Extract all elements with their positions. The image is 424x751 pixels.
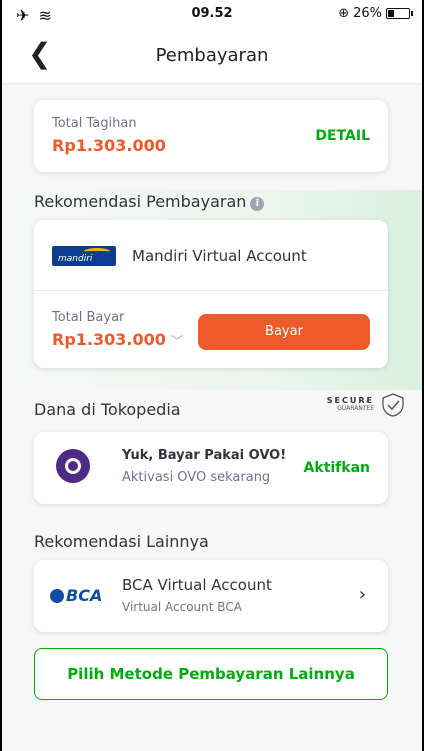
- detail-link[interactable]: DETAIL: [315, 128, 370, 144]
- app-bar: ❮ Pembayaran: [2, 28, 422, 84]
- battery-percent: 26%: [353, 6, 382, 21]
- total-pay-amount: Rp1.303.000: [52, 330, 166, 349]
- bill-label: Total Tagihan: [52, 116, 137, 131]
- bca-title: BCA Virtual Account: [122, 576, 272, 594]
- other-section-title: Rekomendasi Lainnya: [34, 532, 209, 551]
- status-bar: ✈ ≋ 09.52 ⊕ 26%: [2, 0, 422, 28]
- page-title: Pembayaran: [155, 45, 269, 66]
- total-pay-label: Total Bayar: [52, 310, 125, 325]
- info-icon[interactable]: i: [250, 197, 265, 211]
- payment-method-name[interactable]: Mandiri Virtual Account: [132, 247, 307, 265]
- card-divider: [34, 290, 388, 291]
- mandiri-logo: mandiri: [52, 246, 116, 266]
- recommended-section-title: Rekomendasi Pembayaran i: [34, 192, 265, 211]
- total-pay-row[interactable]: Rp1.303.000 ﹀: [52, 330, 183, 349]
- bill-amount: Rp1.303.000: [52, 136, 166, 155]
- other-payment-methods-button[interactable]: Pilih Metode Pembayaran Lainnya: [34, 648, 388, 700]
- ovo-card[interactable]: Yuk, Bayar Pakai OVO! Aktivasi OVO sekar…: [34, 432, 388, 504]
- secure-guarantee-badge: SECURE GUARANTEE: [327, 392, 406, 418]
- ovo-logo: [56, 449, 90, 483]
- pay-button[interactable]: Bayar: [198, 314, 370, 350]
- bill-card: Total Tagihan Rp1.303.000 DETAIL: [34, 100, 388, 172]
- bca-logo: BCA: [50, 586, 102, 605]
- ovo-subtitle: Aktivasi OVO sekarang: [122, 470, 271, 485]
- recommended-payment-card: mandiri Mandiri Virtual Account Total Ba…: [34, 220, 388, 368]
- rotation-lock-icon: ⊕: [338, 6, 350, 21]
- activate-ovo-link[interactable]: Aktifkan: [304, 460, 370, 476]
- chevron-right-icon[interactable]: ›: [359, 584, 366, 605]
- guarantee-text: GUARANTEE: [337, 405, 374, 413]
- bca-subtitle: Virtual Account BCA: [122, 600, 242, 614]
- status-right: ⊕ 26%: [338, 6, 413, 21]
- chevron-down-icon[interactable]: ﹀: [171, 334, 183, 348]
- phone-screen: ✈ ≋ 09.52 ⊕ 26% ❮ Pembayaran Total Tagih…: [0, 0, 424, 751]
- bca-card[interactable]: BCA BCA Virtual Account Virtual Account …: [34, 560, 388, 632]
- ovo-title: Yuk, Bayar Pakai OVO!: [122, 448, 287, 463]
- recommended-title: Rekomendasi Pembayaran: [34, 192, 247, 211]
- battery-icon: [386, 8, 413, 19]
- shield-check-icon: [382, 393, 404, 417]
- wallet-section-title: Dana di Tokopedia: [34, 400, 181, 419]
